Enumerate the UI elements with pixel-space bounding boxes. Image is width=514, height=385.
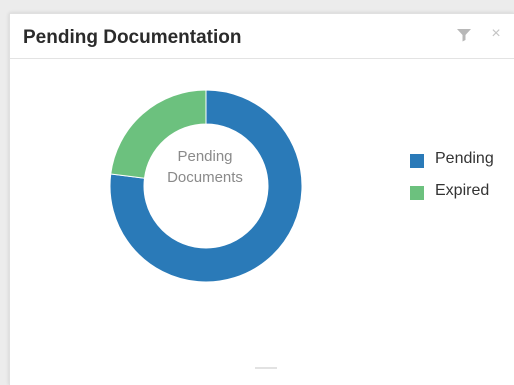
donut-chart-svg	[109, 89, 303, 283]
close-icon[interactable]: ×	[488, 25, 504, 43]
pending-documentation-widget: Pending Documentation × Pending Document…	[9, 13, 514, 385]
center-label-line2: Documents	[167, 169, 243, 186]
donut-center-label: Pending Documents	[155, 146, 255, 188]
donut-chart: Pending Documents Pending Expired	[10, 59, 514, 359]
legend-swatch-pending	[410, 154, 424, 168]
legend-label-pending: Pending	[435, 150, 494, 167]
legend-label-expired: Expired	[435, 182, 490, 199]
center-label-line1: Pending	[177, 148, 233, 165]
widget-header: Pending Documentation ×	[10, 14, 514, 59]
resize-handle[interactable]	[255, 367, 277, 369]
filter-icon[interactable]	[456, 27, 472, 43]
widget-title: Pending Documentation	[23, 27, 242, 48]
legend-swatch-expired	[410, 186, 424, 200]
